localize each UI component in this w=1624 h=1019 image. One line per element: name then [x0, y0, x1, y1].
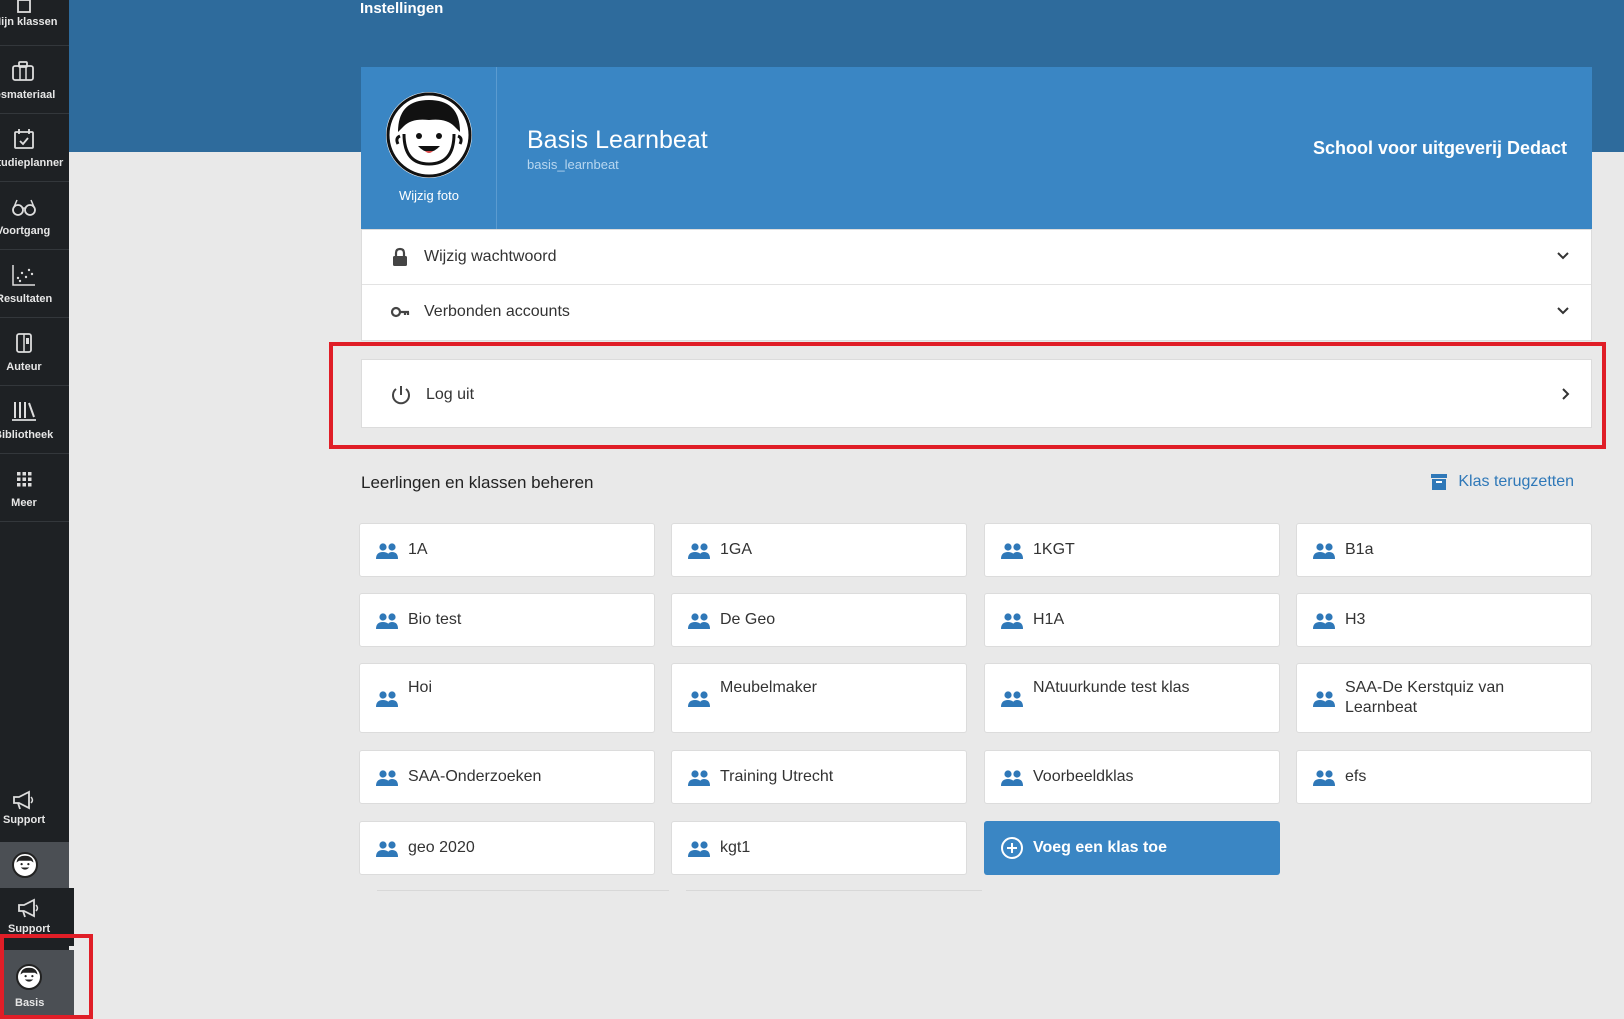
library-icon: [12, 402, 36, 421]
class-card[interactable]: 1A: [359, 523, 655, 577]
restore-class-link[interactable]: Klas terugzetten: [1431, 473, 1574, 491]
users-icon: [688, 691, 710, 707]
class-card[interactable]: SAA-Onderzoeken: [359, 750, 655, 804]
school-name: School voor uitgeverij Dedact: [1312, 138, 1567, 158]
section-title: Leerlingen en klassen beheren: [361, 473, 594, 492]
users-icon: [1001, 613, 1023, 629]
divider: [686, 890, 982, 891]
sidebar-item-author[interactable]: Auteur: [0, 318, 69, 386]
add-class-button[interactable]: Voeg een klas toe: [984, 821, 1280, 875]
user-handle: basis_learnbeat: [527, 157, 619, 172]
profile-avatar[interactable]: [386, 92, 472, 178]
class-card[interactable]: Bio test: [359, 593, 655, 647]
sidebar-item-library[interactable]: Bibliotheek: [0, 386, 69, 454]
sidebar-item-my-classes[interactable]: Mijn klassen: [0, 0, 69, 46]
briefcase-icon: [12, 61, 34, 81]
sidebar-item-more[interactable]: Meer: [0, 454, 69, 522]
grid-icon: [17, 472, 32, 487]
sidebar: Mijn klassen Lesmateriaal Studieplanner …: [0, 0, 74, 1019]
key-icon: [390, 306, 410, 318]
archive-icon: [1431, 474, 1448, 490]
connected-accounts-row[interactable]: Verbonden accounts: [362, 285, 1591, 340]
class-card[interactable]: geo 2020: [359, 821, 655, 875]
chevron-down-icon: [1557, 252, 1569, 260]
class-card[interactable]: efs: [1296, 750, 1592, 804]
class-card[interactable]: H1A: [984, 593, 1280, 647]
sidebar-item-support-2[interactable]: Support: [0, 888, 74, 946]
users-icon: [1313, 543, 1335, 559]
sidebar-item-support[interactable]: Support: [0, 784, 74, 842]
users-icon: [376, 841, 398, 857]
sidebar-item-study-planner[interactable]: Studieplanner: [0, 114, 69, 182]
class-card[interactable]: B1a: [1296, 523, 1592, 577]
class-card[interactable]: Training Utrecht: [671, 750, 967, 804]
class-card[interactable]: kgt1: [671, 821, 967, 875]
users-icon: [1001, 770, 1023, 786]
users-icon: [688, 543, 710, 559]
users-icon: [1313, 770, 1335, 786]
sidebar-item-lesson-material[interactable]: Lesmateriaal: [0, 46, 69, 114]
sidebar-item-progress[interactable]: Voortgang: [0, 182, 69, 250]
sidebar-item-results[interactable]: Resultaten: [0, 250, 69, 318]
logout-button[interactable]: Log uit: [361, 359, 1592, 428]
class-card[interactable]: NAtuurkunde test klas: [984, 663, 1280, 733]
change-photo-link[interactable]: Wijzig foto: [361, 188, 497, 203]
users-icon: [376, 691, 398, 707]
class-card[interactable]: 1KGT: [984, 523, 1280, 577]
user-name: Basis Learnbeat: [527, 126, 708, 154]
profile-photo-column[interactable]: Wijzig foto: [361, 67, 497, 229]
users-icon: [688, 841, 710, 857]
settings-list: Wijzig wachtwoord Verbonden accounts: [361, 229, 1592, 341]
chevron-right-icon: [1562, 388, 1570, 400]
users-icon: [376, 770, 398, 786]
profile-card: Wijzig foto Basis Learnbeat basis_learnb…: [361, 67, 1592, 229]
plus-circle-icon: [1001, 837, 1023, 859]
class-card[interactable]: Hoi: [359, 663, 655, 733]
class-card[interactable]: H3: [1296, 593, 1592, 647]
class-card[interactable]: Voorbeeldklas: [984, 750, 1280, 804]
users-icon: [376, 543, 398, 559]
avatar: [16, 964, 42, 990]
class-card[interactable]: 1GA: [671, 523, 967, 577]
class-card[interactable]: Meubelmaker: [671, 663, 967, 733]
divider: [377, 890, 669, 891]
calendar-icon: [14, 129, 34, 149]
users-icon: [1313, 691, 1335, 707]
users-icon: [1001, 543, 1023, 559]
scatter-chart-icon: [12, 265, 35, 286]
sidebar-item-basis[interactable]: Basis: [0, 950, 74, 1019]
author-icon: [16, 333, 32, 353]
page-title: Instellingen: [360, 0, 444, 17]
users-icon: [376, 613, 398, 629]
class-card[interactable]: De Geo: [671, 593, 967, 647]
users-icon: [688, 770, 710, 786]
class-card[interactable]: SAA-De Kerstquiz van Learnbeat: [1296, 663, 1592, 733]
megaphone-icon: [13, 790, 34, 810]
users-icon: [1313, 613, 1335, 629]
megaphone-icon: [18, 898, 39, 918]
cartoon-face-icon: [386, 92, 472, 178]
users-icon: [1001, 691, 1023, 707]
glasses-icon: [12, 199, 36, 216]
chevron-down-icon: [1557, 307, 1569, 315]
users-icon: [688, 613, 710, 629]
lock-icon: [393, 247, 407, 266]
change-password-row[interactable]: Wijzig wachtwoord: [362, 230, 1591, 285]
avatar: [12, 852, 38, 878]
power-icon: [392, 386, 410, 405]
sidebar-user-avatar[interactable]: [0, 842, 69, 888]
